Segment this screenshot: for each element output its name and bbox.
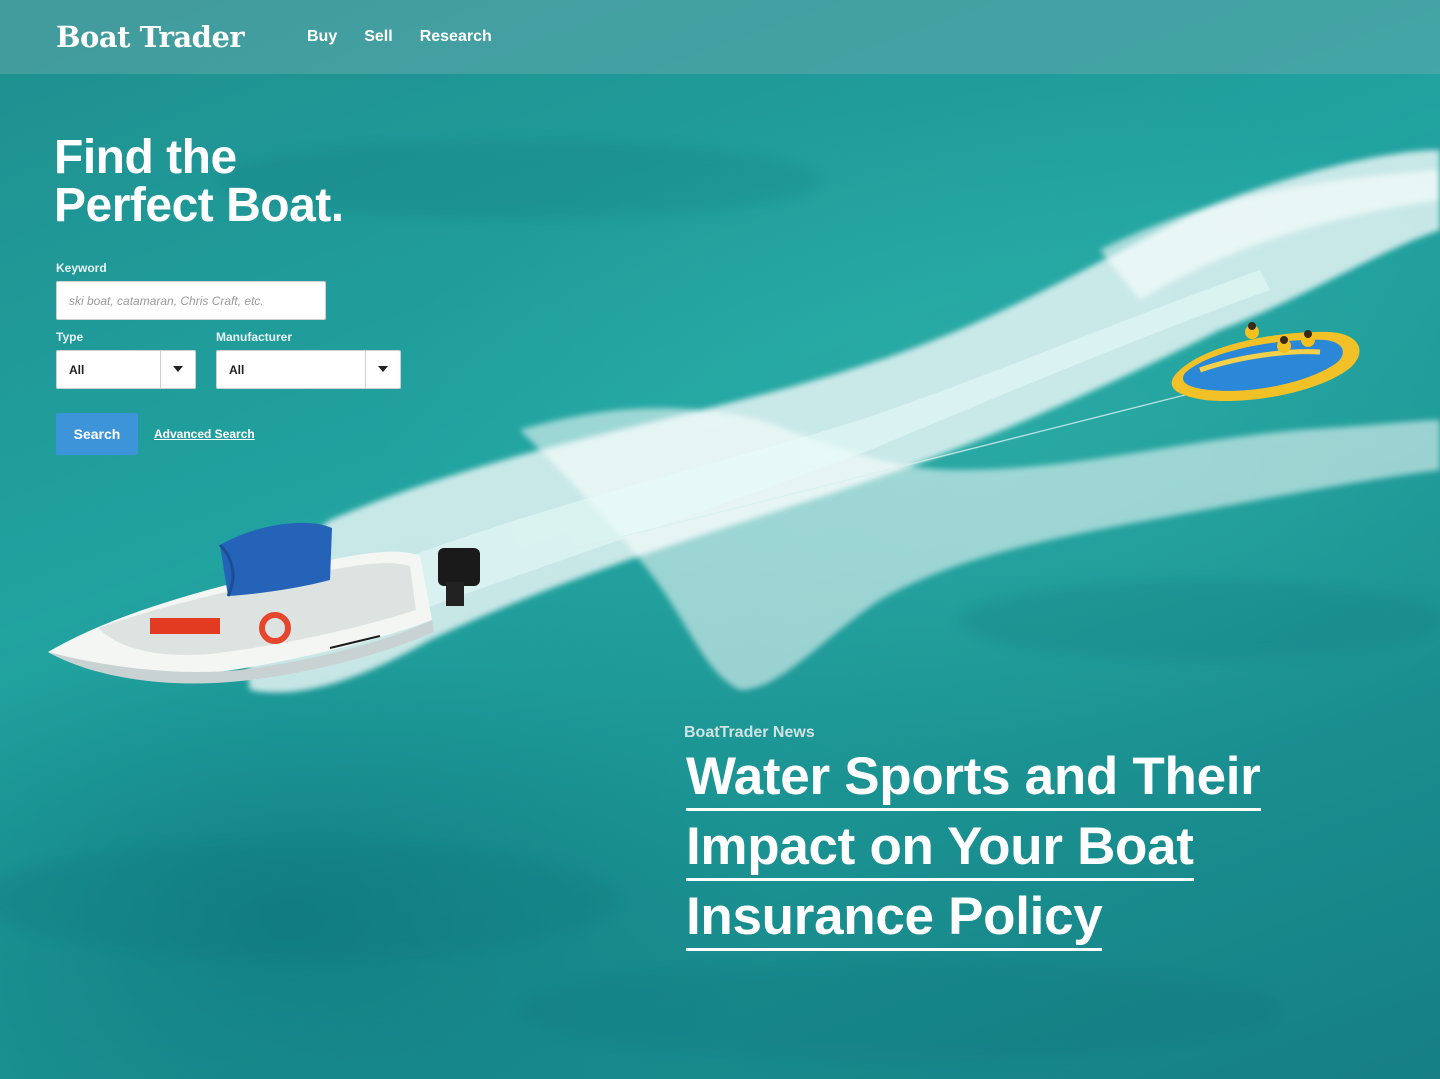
hero-title-line-2: Perfect Boat. [54,179,344,232]
type-select-toggle[interactable] [160,351,195,388]
chevron-down-icon [173,366,183,372]
boat-trader-logo[interactable]: Boat Trader [56,20,245,54]
chevron-down-icon [378,366,388,372]
news-section-label: BoatTrader News [684,724,815,741]
hero-title: Find the Perfect Boat. [54,134,344,230]
keyword-label: Keyword [56,261,107,275]
manufacturer-select[interactable]: All [216,350,401,389]
site-header: Boat Trader Buy Sell Research [0,0,1440,74]
nav-link-buy[interactable]: Buy [307,28,337,46]
nav-link-research[interactable]: Research [420,28,492,46]
manufacturer-label: Manufacturer [216,330,293,344]
keyword-search-input[interactable] [56,281,326,320]
nav-link-sell[interactable]: Sell [364,28,392,46]
advanced-search-link[interactable]: Advanced Search [154,427,255,441]
manufacturer-select-value: All [229,363,245,377]
hero-title-line-1: Find the [54,131,237,184]
search-button[interactable]: Search [56,413,138,455]
main-nav: Buy Sell Research [307,28,492,46]
type-select[interactable]: All [56,350,196,389]
type-label: Type [56,330,84,344]
news-headline: Water Sports and Their Impact on Your Bo… [686,742,1326,952]
manufacturer-select-toggle[interactable] [365,351,400,388]
news-headline-link[interactable]: Water Sports and Their Impact on Your Bo… [686,747,1261,951]
type-select-value: All [69,363,85,377]
